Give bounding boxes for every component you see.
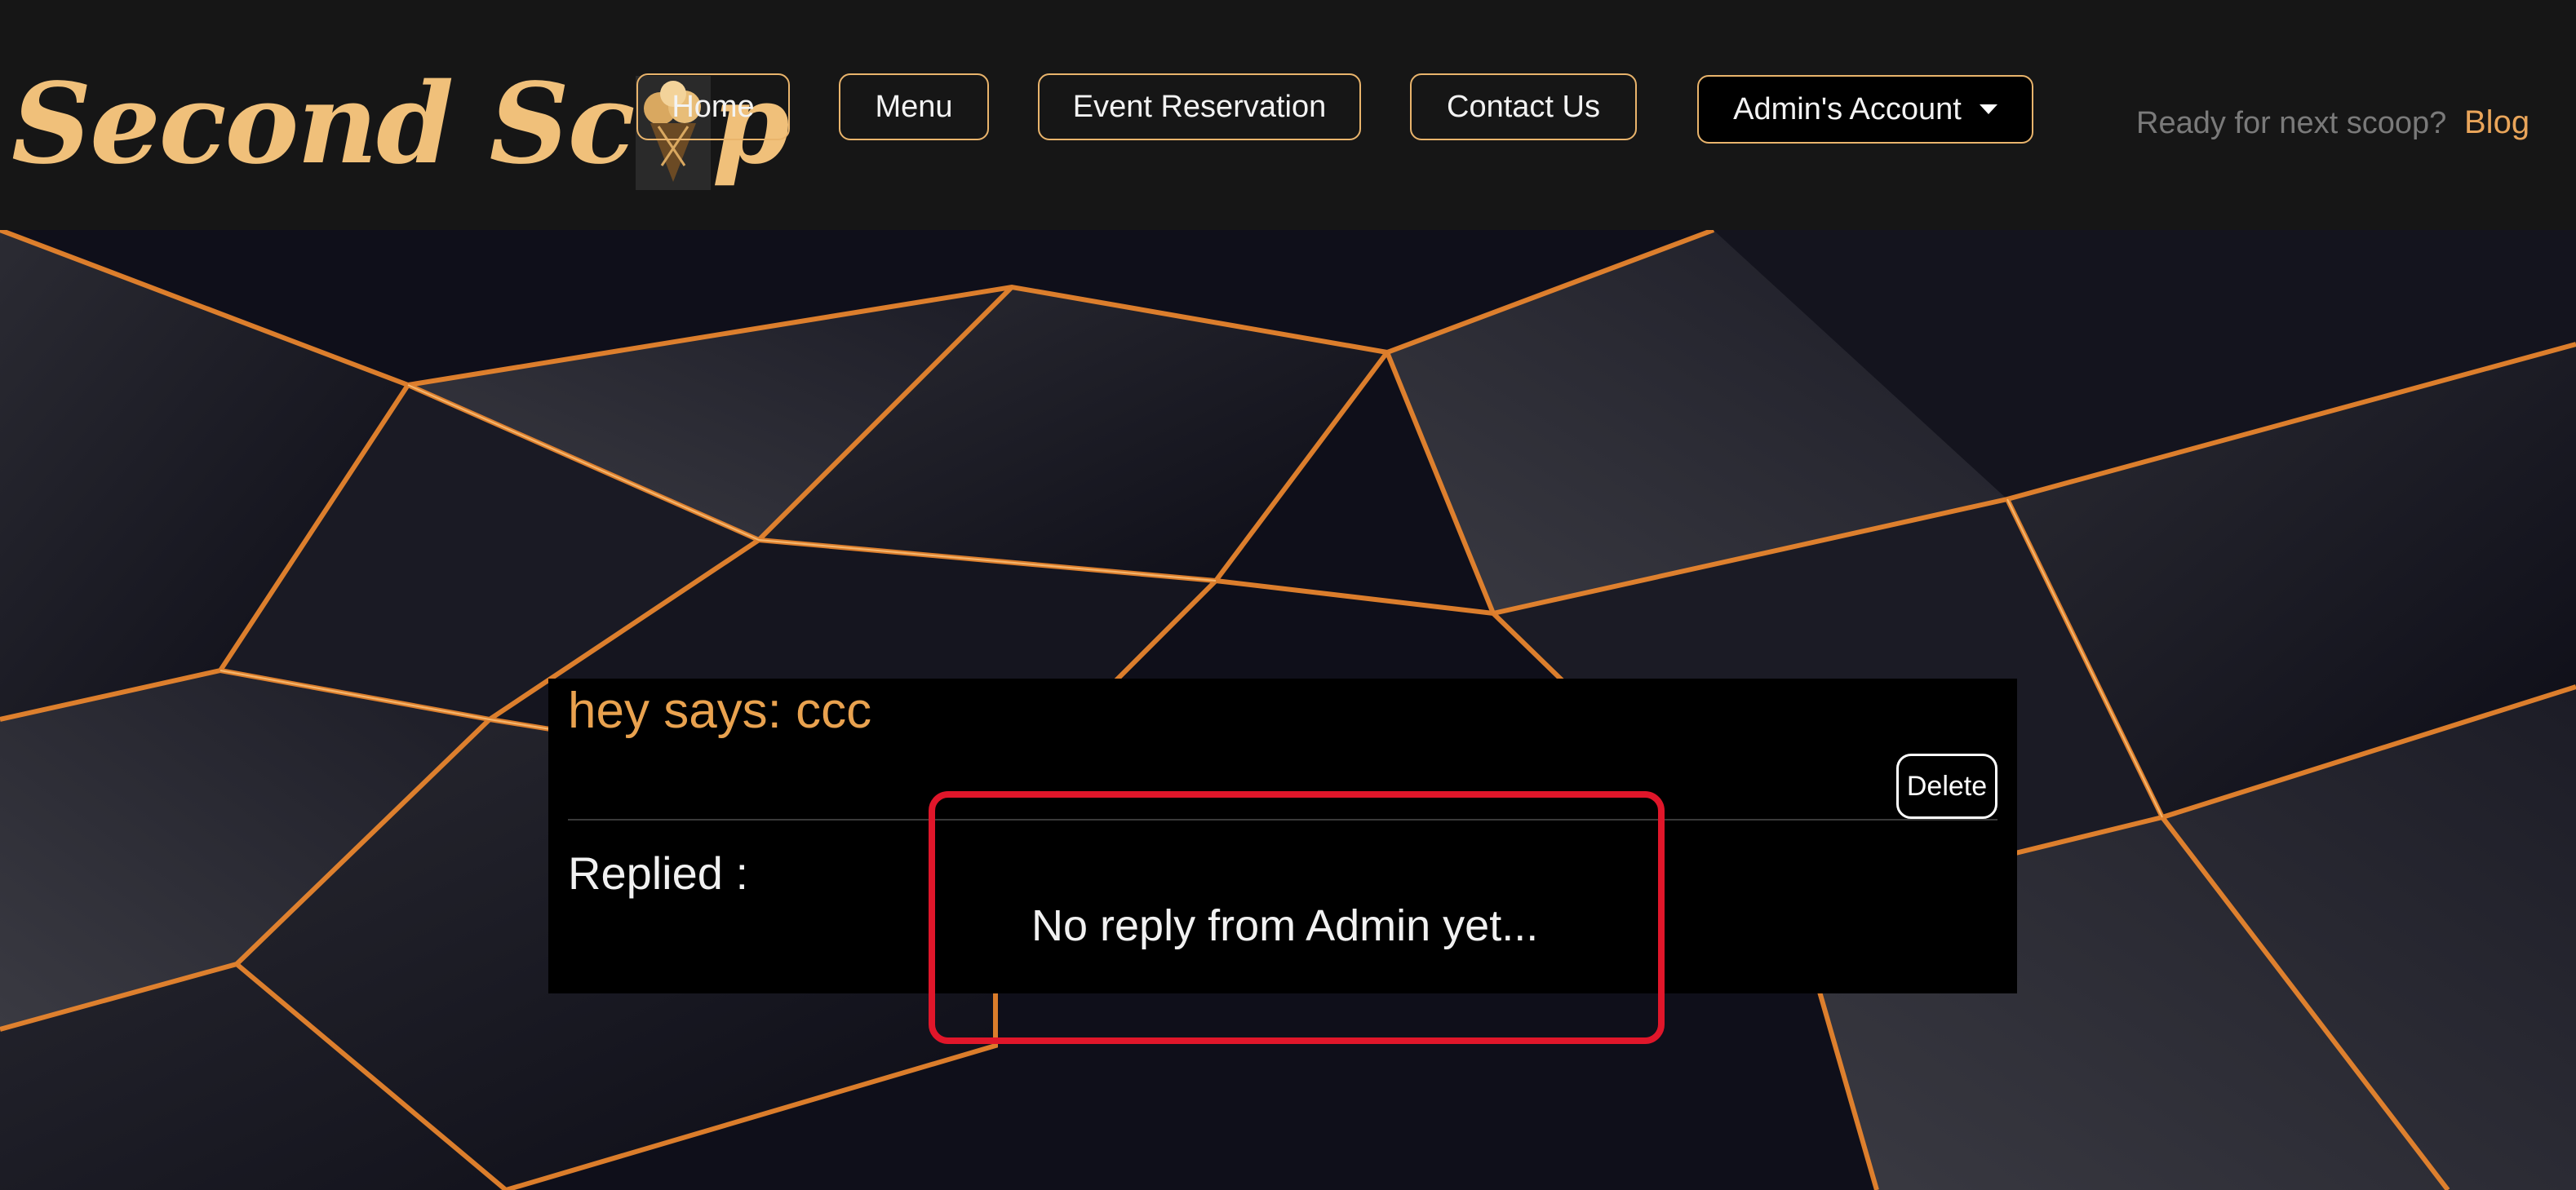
replied-label: Replied : <box>568 847 749 899</box>
nav-menu-button[interactable]: Menu <box>839 73 989 140</box>
tagline-text: Ready for next scoop? <box>2136 106 2447 140</box>
nav-event-reservation-button[interactable]: Event Reservation <box>1038 73 1361 140</box>
nav-home-label: Home <box>672 89 755 124</box>
nav-contact-label: Contact Us <box>1447 89 1600 124</box>
admin-account-label: Admin's Account <box>1733 91 1962 126</box>
highlight-box <box>929 791 1665 1044</box>
nav-home-button[interactable]: Home <box>636 73 790 140</box>
brand-text-part1: Second Sc <box>11 59 636 189</box>
nav-menu-label: Menu <box>875 89 953 124</box>
brand-logo[interactable]: Second Sc p <box>11 51 790 197</box>
nav-event-label: Event Reservation <box>1072 89 1327 124</box>
admin-account-dropdown[interactable]: Admin's Account <box>1697 75 2033 144</box>
nav-contact-us-button[interactable]: Contact Us <box>1410 73 1637 140</box>
message-title: hey says: ccc <box>568 683 872 739</box>
navbar: Second Sc p Home Menu Event Reservation … <box>0 0 2576 230</box>
caret-down-icon <box>1979 104 1997 114</box>
delete-button[interactable]: Delete <box>1896 754 1997 819</box>
blog-link[interactable]: Blog <box>2464 104 2529 141</box>
